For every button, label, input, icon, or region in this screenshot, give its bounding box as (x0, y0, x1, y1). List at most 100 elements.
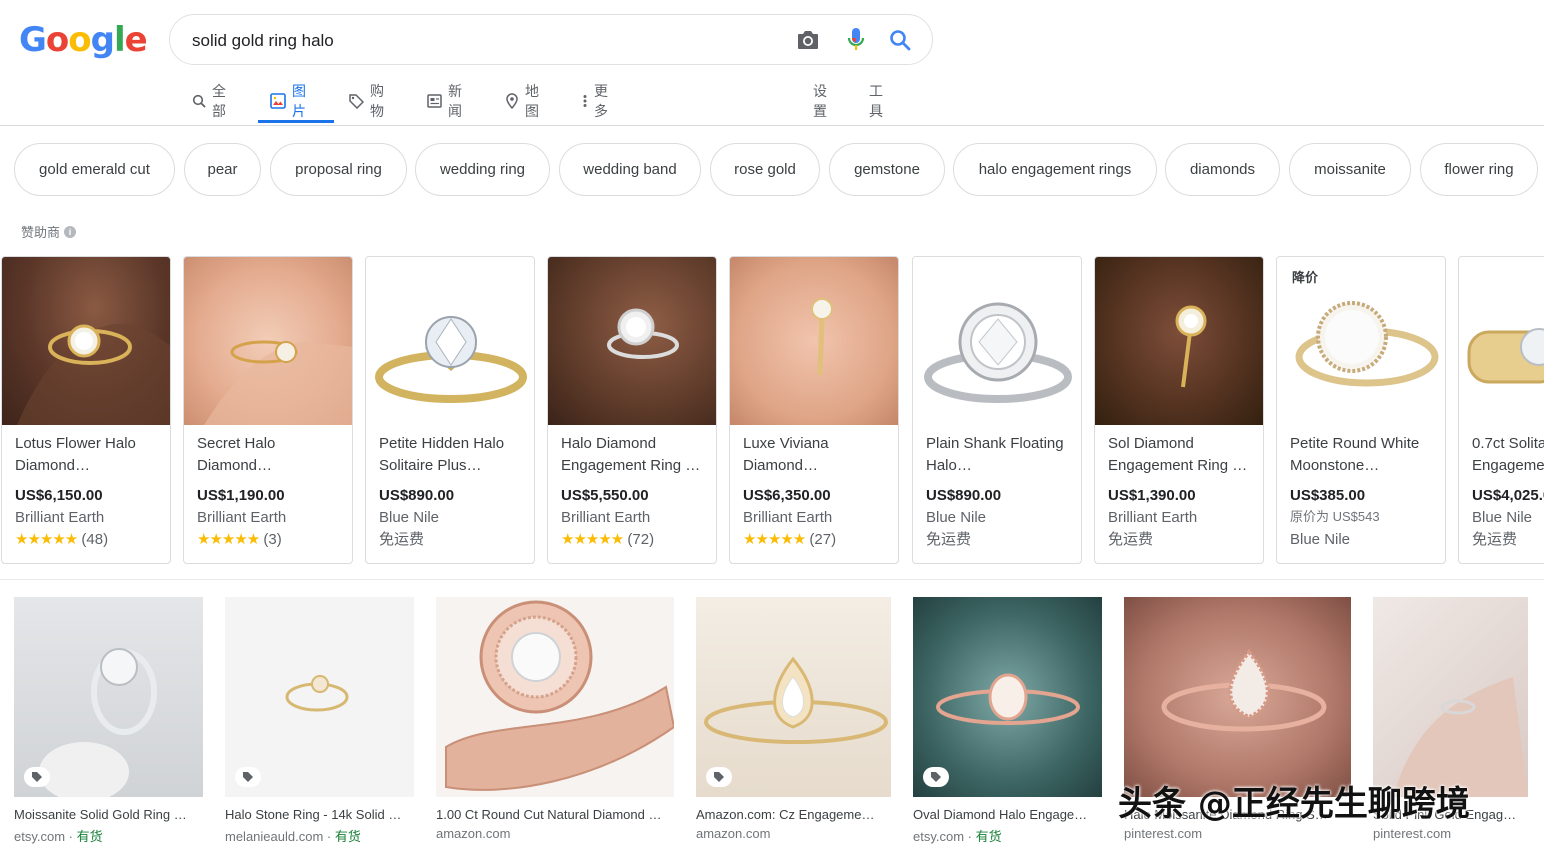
product-image (1095, 257, 1263, 425)
product-card[interactable]: Petite Hidden Halo Solitaire Plus… US$89… (365, 256, 535, 564)
tools-link[interactable]: 工具 (869, 78, 883, 124)
product-image (913, 257, 1081, 425)
sponsored-text: 赞助商 (21, 225, 61, 240)
product-price: US$890.00 (379, 487, 455, 504)
rating-stars: ★★★★★ (15, 531, 78, 548)
related-chip[interactable]: gold emerald cut (14, 143, 175, 196)
result-source: amazon.com (696, 826, 891, 841)
search-input[interactable] (192, 29, 772, 53)
product-info: Lotus Flower Halo Diamond… US$6,150.00 B… (15, 433, 162, 551)
tab-label: 更多 (594, 83, 608, 119)
image-result[interactable]: Halo Stone Ring - 14k Solid … melanieaul… (225, 597, 414, 845)
tab-all[interactable]: 全部 (192, 78, 226, 124)
result-image (1373, 597, 1528, 797)
tab-shopping[interactable]: 购物 (348, 78, 384, 124)
microphone-icon[interactable] (843, 27, 869, 53)
related-chip[interactable]: wedding ring (415, 143, 550, 196)
related-chip[interactable]: rose gold (710, 143, 820, 196)
logo-letter: e (124, 20, 148, 60)
settings-link[interactable]: 设置 (813, 78, 827, 124)
search-icon[interactable] (887, 27, 913, 53)
original-price: 原价为 US$543 (1290, 509, 1380, 524)
product-card[interactable]: Secret Halo Diamond… US$1,190.00 Brillia… (183, 256, 353, 564)
product-image (366, 257, 534, 425)
google-image-search-page: Google 全部 图片 购物 新闻 (0, 0, 1544, 846)
product-info: Plain Shank Floating Halo… US$890.00 Blu… (926, 433, 1073, 551)
related-chip[interactable]: pear (184, 143, 261, 196)
rating-stars: ★★★★★ (197, 531, 260, 548)
product-card[interactable]: Lotus Flower Halo Diamond… US$6,150.00 B… (1, 256, 171, 564)
image-result[interactable]: 1.00 Ct Round Cut Natural Diamond … amaz… (436, 597, 674, 841)
source-domain: amazon.com (696, 826, 771, 841)
product-title: Luxe Viviana Diamond… (743, 435, 829, 474)
product-merchant: Brilliant Earth (15, 509, 105, 526)
product-card[interactable]: Halo Diamond Engagement Ring … US$5,550.… (547, 256, 717, 564)
tab-label: 全部 (212, 83, 226, 119)
related-chip[interactable]: diamonds (1165, 143, 1280, 196)
product-price: US$4,025.00 (1472, 487, 1544, 504)
image-result[interactable]: Amazon.com: Cz Engageme… amazon.com (696, 597, 891, 841)
shipping-info: 免运费 (1108, 531, 1154, 548)
result-source: melanieauld.com · 有货 (225, 829, 361, 844)
logo-letter: G (19, 20, 47, 60)
more-vert-icon (582, 94, 588, 108)
tab-more[interactable]: 更多 (582, 78, 608, 124)
image-result[interactable]: Oval Diamond Halo Engage… etsy.com · 有货 (913, 597, 1102, 845)
result-title: Halo Stone Ring - 14k Solid … (225, 807, 402, 822)
result-image (1124, 597, 1351, 797)
image-result[interactable]: Moissanite Solid Gold Ring … etsy.com · … (14, 597, 203, 845)
google-logo[interactable]: Google (19, 20, 148, 60)
product-card[interactable]: 降价 Petite Round White Moonstone… US$385.… (1276, 256, 1446, 564)
product-merchant: Blue Nile (1290, 531, 1351, 548)
product-title: Sol Diamond Engagement Ring … (1108, 435, 1248, 474)
product-price: US$6,150.00 (15, 487, 103, 504)
product-card[interactable]: Sol Diamond Engagement Ring … US$1,390.0… (1094, 256, 1264, 564)
location-pin-icon (505, 93, 519, 109)
result-title: Amazon.com: Cz Engageme… (696, 807, 875, 822)
related-chip[interactable]: proposal ring (270, 143, 407, 196)
product-card[interactable]: Plain Shank Floating Halo… US$890.00 Blu… (912, 256, 1082, 564)
related-chip[interactable]: halo engagement rings (953, 143, 1157, 196)
result-image (913, 597, 1102, 797)
shipping-info: 免运费 (1472, 531, 1518, 548)
result-title: Oval Diamond Halo Engage… (913, 807, 1088, 822)
review-count: (3) (263, 531, 282, 548)
tab-label: 购物 (370, 83, 384, 119)
related-chip[interactable]: gemstone (829, 143, 945, 196)
product-card[interactable]: Luxe Viviana Diamond… US$6,350.00 Brilli… (729, 256, 899, 564)
result-source: amazon.com (436, 826, 674, 841)
review-count: (48) (81, 531, 109, 548)
product-title: Secret Halo Diamond… (197, 435, 276, 474)
tab-maps[interactable]: 地图 (505, 78, 539, 124)
related-chip[interactable]: wedding band (559, 143, 701, 196)
active-tab-indicator (258, 120, 334, 123)
product-price: US$890.00 (926, 487, 1002, 504)
product-merchant: Brilliant Earth (197, 509, 287, 526)
logo-letter: l (113, 20, 126, 60)
product-merchant: Blue Nile (379, 509, 440, 526)
product-image (184, 257, 352, 425)
rating-stars: ★★★★★ (561, 531, 624, 548)
search-icon (192, 94, 206, 108)
source-domain: etsy.com (14, 829, 66, 844)
product-merchant: Brilliant Earth (561, 509, 651, 526)
tab-images[interactable]: 图片 (270, 78, 306, 124)
product-tag-icon (24, 767, 50, 787)
product-title: Halo Diamond Engagement Ring … (561, 435, 701, 474)
result-image (696, 597, 891, 797)
camera-icon[interactable] (795, 27, 821, 53)
result-title: 1.00 Ct Round Cut Natural Diamond … (436, 807, 662, 822)
in-stock-label: 有货 (334, 829, 361, 844)
related-chip[interactable]: moissanite (1289, 143, 1411, 196)
product-merchant: Brilliant Earth (1108, 509, 1198, 526)
source-domain: pinterest.com (1124, 826, 1203, 841)
review-count: (27) (809, 531, 837, 548)
product-price: US$5,550.00 (561, 487, 649, 504)
tab-news[interactable]: 新闻 (427, 78, 462, 124)
product-tag-icon (706, 767, 732, 787)
info-icon[interactable]: i (64, 225, 77, 238)
news-icon (427, 94, 442, 108)
product-tag-icon (235, 767, 261, 787)
related-chip[interactable]: flower ring (1420, 143, 1538, 196)
product-card[interactable]: 0.7ct Solitaire Engagement… US$4,025.00 … (1458, 256, 1544, 564)
